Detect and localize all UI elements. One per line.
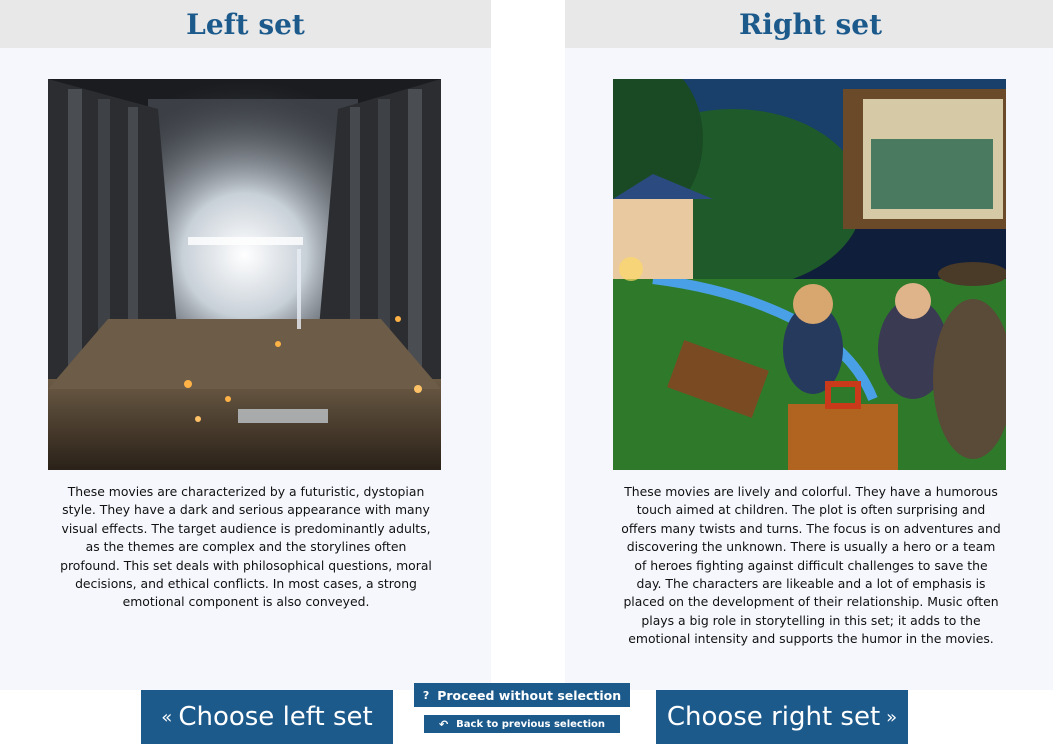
question-icon: ?	[422, 688, 430, 702]
right-set-panel: Right set These movies are lively and co…	[565, 0, 1053, 690]
left-arrow-icon: «	[161, 706, 173, 728]
back-label: Back to previous selection	[456, 718, 606, 730]
choose-right-set-label: Choose right set	[666, 702, 881, 732]
right-set-description: These movies are lively and colorful. Th…	[621, 484, 1001, 647]
left-set-title: Left set	[0, 0, 491, 48]
back-to-previous-selection-button[interactable]: ↶ Back to previous selection	[424, 715, 620, 733]
back-arrow-icon: ↶	[438, 717, 449, 731]
right-arrow-icon: »	[886, 706, 898, 728]
left-set-description: These movies are characterized by a futu…	[60, 484, 432, 610]
right-set-image	[613, 79, 1006, 470]
proceed-label: Proceed without selection	[437, 687, 622, 703]
left-set-image	[48, 79, 441, 470]
choose-left-set-label: Choose left set	[178, 702, 373, 732]
choose-right-set-button[interactable]: Choose right set »	[656, 690, 908, 744]
choose-left-set-button[interactable]: « Choose left set	[141, 690, 393, 744]
right-set-title: Right set	[565, 0, 1053, 48]
proceed-without-selection-button[interactable]: ? Proceed without selection	[414, 683, 630, 707]
left-set-panel: Left set These movies are characterized …	[0, 0, 491, 690]
